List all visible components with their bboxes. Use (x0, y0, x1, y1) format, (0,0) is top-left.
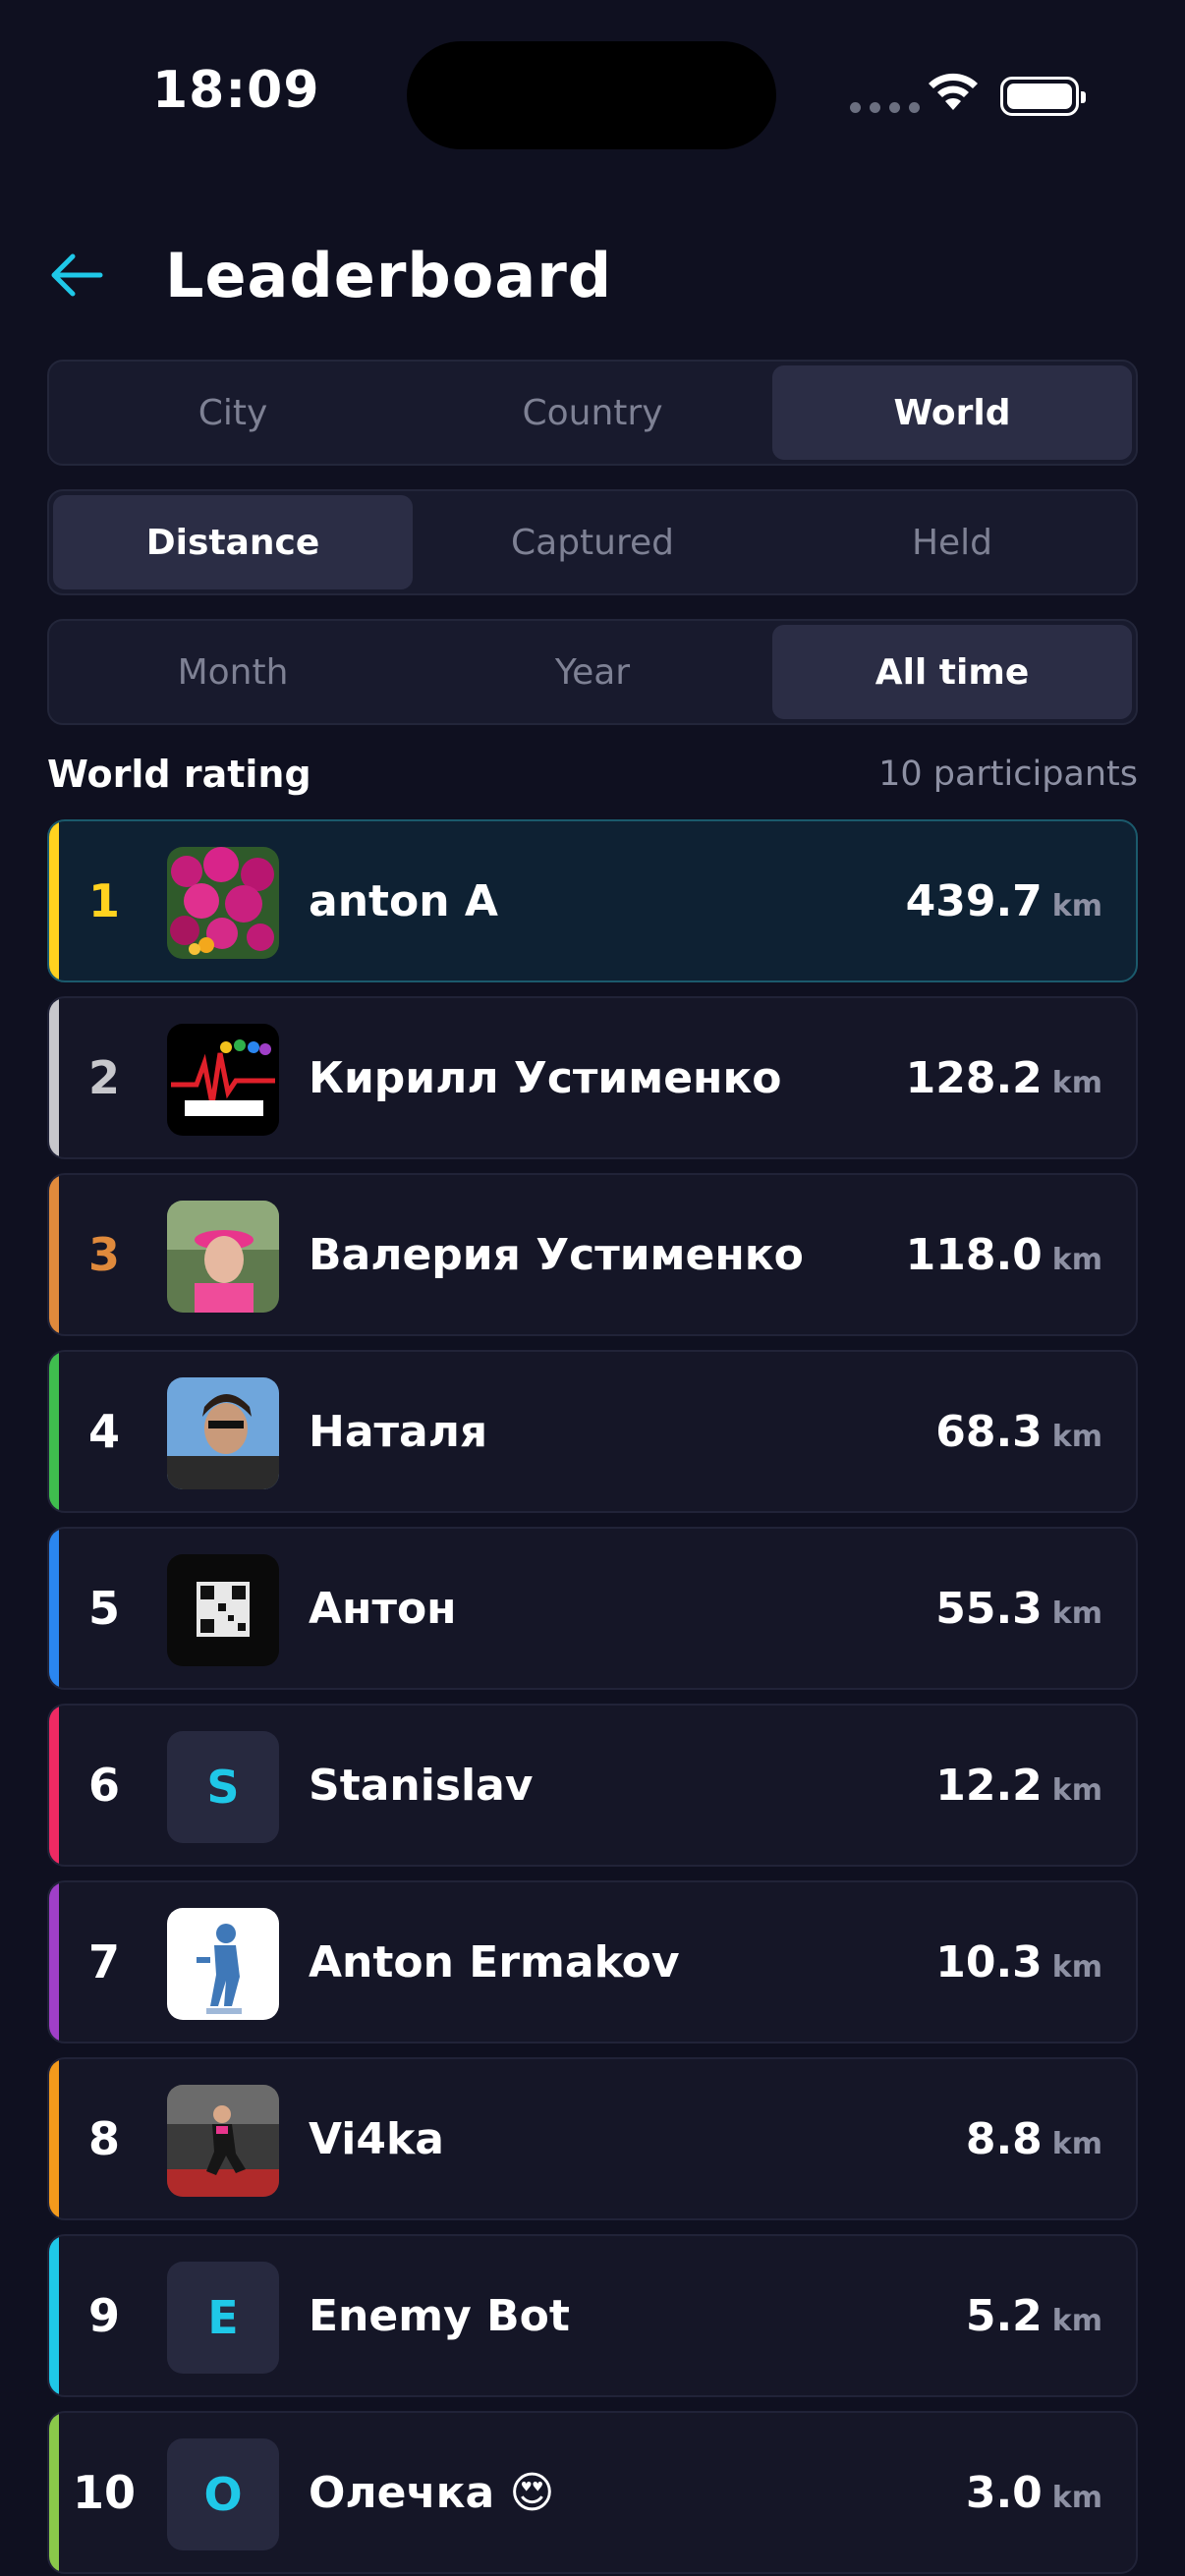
period-segmented-control: Month Year All time (47, 619, 1138, 725)
tab-captured[interactable]: Captured (413, 495, 772, 589)
rating-header: World rating 10 participants (47, 745, 1138, 804)
avatar: E (167, 2262, 279, 2374)
participant-name: Олечка 😍 (309, 2467, 555, 2518)
distance-value: 12.2 km (935, 1760, 1102, 1811)
tab-held[interactable]: Held (772, 495, 1132, 589)
rank-number: 1 (87, 874, 120, 927)
avatar (167, 1908, 279, 2020)
wifi-icon (929, 73, 978, 110)
rank-number: 4 (87, 1405, 120, 1458)
distance-value: 5.2 km (965, 2290, 1102, 2341)
avatar (167, 1554, 279, 1666)
rank-number: 2 (87, 1051, 120, 1104)
distance-value: 118.0 km (905, 1229, 1102, 1280)
participant-name: Наталя (309, 1406, 488, 1457)
tab-distance[interactable]: Distance (53, 495, 413, 589)
status-time: 18:09 (152, 61, 320, 120)
distance-value: 55.3 km (935, 1583, 1102, 1634)
tab-year[interactable]: Year (413, 625, 772, 719)
metric-segmented-control: Distance Captured Held (47, 489, 1138, 595)
participant-name: Валерия Устименко (309, 1229, 804, 1280)
rank-color-stripe (49, 821, 59, 980)
leaderboard-row[interactable]: 2 Кирилл Устименко 128.2 km (47, 996, 1138, 1159)
rank-color-stripe (49, 2059, 59, 2218)
rank-color-stripe (49, 1175, 59, 1334)
leaderboard-row[interactable]: 10 О Олечка 😍 3.0 km (47, 2411, 1138, 2574)
participant-name: Anton Ermakov (309, 1936, 680, 1988)
leaderboard-row[interactable]: 5 Антон 55.3 km (47, 1527, 1138, 1690)
rank-color-stripe (49, 2413, 59, 2572)
rank-number: 5 (87, 1582, 120, 1635)
distance-value: 128.2 km (905, 1052, 1102, 1103)
leaderboard-list: 1 anton A 439.7 km 2 Кирилл Устименко 12… (47, 819, 1138, 2576)
rank-number: 9 (87, 2289, 120, 2342)
avatar (167, 1024, 279, 1136)
battery-icon (1000, 77, 1086, 116)
avatar (167, 2085, 279, 2197)
rank-color-stripe (49, 1352, 59, 1511)
leaderboard-row[interactable]: 7 Anton Ermakov 10.3 km (47, 1880, 1138, 2044)
participant-name: Stanislav (309, 1760, 534, 1811)
rank-color-stripe (49, 998, 59, 1157)
distance-value: 3.0 km (965, 2467, 1102, 2518)
rank-color-stripe (49, 1529, 59, 1688)
participant-name: Антон (309, 1583, 457, 1634)
rating-title: World rating (47, 753, 311, 796)
leaderboard-row[interactable]: 3 Валерия Устименко 118.0 km (47, 1173, 1138, 1336)
participant-name: Vi4ka (309, 2113, 444, 2164)
dynamic-island (407, 41, 776, 149)
participant-name: Enemy Bot (309, 2290, 570, 2341)
tab-city[interactable]: City (53, 365, 413, 460)
rank-number: 8 (87, 2112, 120, 2165)
header: Leaderboard (0, 216, 1185, 334)
avatar: S (167, 1731, 279, 1843)
tab-all-time[interactable]: All time (772, 625, 1132, 719)
page-title: Leaderboard (165, 240, 613, 311)
leaderboard-row[interactable]: 9 E Enemy Bot 5.2 km (47, 2234, 1138, 2397)
participant-name: Кирилл Устименко (309, 1052, 782, 1103)
tab-world[interactable]: World (772, 365, 1132, 460)
rank-number: 3 (87, 1228, 120, 1281)
tab-month[interactable]: Month (53, 625, 413, 719)
distance-value: 439.7 km (905, 875, 1102, 926)
participants-count: 10 participants (878, 755, 1138, 794)
distance-value: 8.8 km (965, 2113, 1102, 2164)
avatar (167, 1377, 279, 1489)
rank-number: 10 (72, 2466, 136, 2519)
participant-name: anton A (309, 875, 498, 926)
distance-value: 10.3 km (935, 1936, 1102, 1988)
distance-value: 68.3 km (935, 1406, 1102, 1457)
rank-number: 6 (87, 1759, 120, 1812)
rank-number: 7 (87, 1935, 120, 1988)
signal-icon (850, 102, 920, 113)
back-arrow-icon[interactable] (47, 246, 106, 305)
leaderboard-row[interactable]: 4 Наталя 68.3 km (47, 1350, 1138, 1513)
scope-segmented-control: City Country World (47, 360, 1138, 466)
status-bar: 18:09 (0, 0, 1185, 196)
rank-color-stripe (49, 1882, 59, 2042)
leaderboard-row[interactable]: 1 anton A 439.7 km (47, 819, 1138, 982)
avatar (167, 1201, 279, 1313)
rank-color-stripe (49, 1706, 59, 1865)
rank-color-stripe (49, 2236, 59, 2395)
avatar: О (167, 2438, 279, 2550)
leaderboard-row[interactable]: 8 Vi4ka 8.8 km (47, 2057, 1138, 2220)
avatar (167, 847, 279, 959)
tab-country[interactable]: Country (413, 365, 772, 460)
leaderboard-row[interactable]: 6 S Stanislav 12.2 km (47, 1704, 1138, 1867)
